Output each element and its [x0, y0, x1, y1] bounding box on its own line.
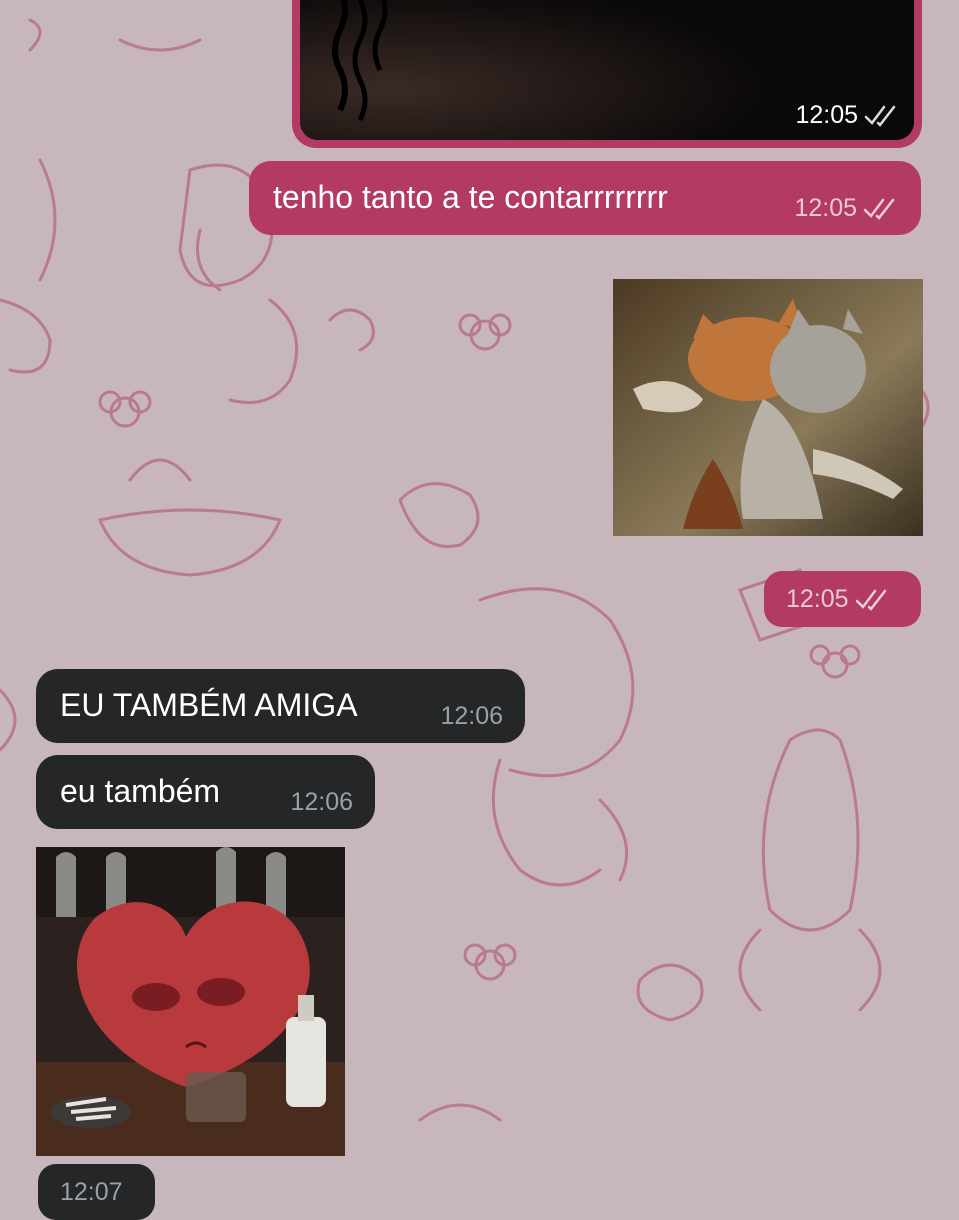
message-time: 12:06: [290, 788, 353, 816]
message-time: 12:06: [440, 702, 503, 730]
double-check-icon: [864, 105, 896, 127]
message-text: eu também: [60, 773, 221, 809]
cats-image: [613, 279, 923, 536]
incoming-text-bubble[interactable]: EU TAMBÉM AMIGA 12:06: [36, 669, 525, 743]
message-text: EU TAMBÉM AMIGA: [60, 687, 358, 723]
sad-heart-gif[interactable]: [36, 847, 345, 1156]
outgoing-text-bubble[interactable]: tenho tanto a te contarrrrrrrr 12:05: [249, 161, 921, 235]
message-time: 12:05: [786, 585, 891, 614]
heart-image: [36, 847, 345, 1156]
video-thumbnail[interactable]: 12:05: [300, 0, 914, 140]
cats-hugging-gif[interactable]: [613, 279, 923, 536]
message-time: 12:05: [795, 101, 900, 130]
message-time: 12:05: [794, 194, 899, 223]
message-time: 12:07: [60, 1178, 123, 1206]
gif-time-bubble: 12:05: [764, 571, 921, 627]
double-check-icon: [863, 198, 895, 220]
message-text: tenho tanto a te contarrrrrrrr: [273, 179, 668, 215]
video-message-bubble[interactable]: 12:05: [292, 0, 922, 148]
incoming-text-bubble[interactable]: eu também 12:06: [36, 755, 375, 829]
gif-time-bubble: 12:07: [38, 1164, 155, 1220]
double-check-icon: [855, 589, 886, 611]
